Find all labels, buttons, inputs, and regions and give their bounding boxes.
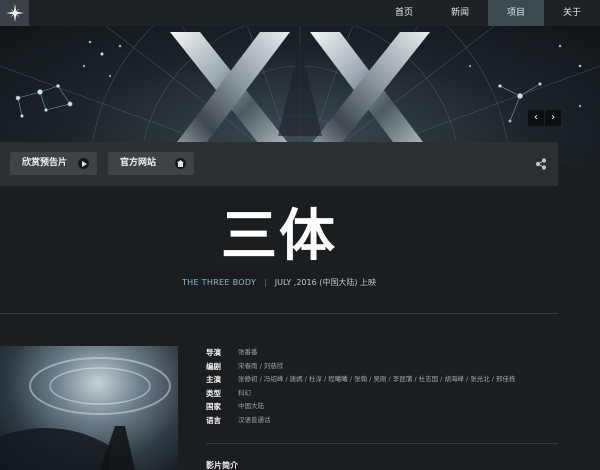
top-nav: 首页 新闻 项目 关于 xyxy=(0,0,600,26)
nav-item-projects[interactable]: 项目 xyxy=(488,0,544,26)
detail-row-genre: 类型 科幻 xyxy=(206,387,556,400)
detail-row-language: 语言 汉语普通话 xyxy=(206,414,556,427)
detail-key: 主演 xyxy=(206,375,221,385)
movie-subtitle: THE THREE BODY | JULY ,2016 (中国大陆) 上映 xyxy=(0,277,558,288)
nav-item-home[interactable]: 首页 xyxy=(376,0,432,26)
subtitle-separator: | xyxy=(264,278,267,287)
nav-item-news[interactable]: 新闻 xyxy=(432,0,488,26)
detail-key: 编剧 xyxy=(206,361,221,371)
detail-row-director: 导演 张番番 xyxy=(206,346,556,359)
official-site-label: 官方网站 xyxy=(120,158,157,168)
site-logo[interactable] xyxy=(0,0,29,26)
home-icon xyxy=(175,158,186,169)
detail-row-country: 国家 中国大陆 xyxy=(206,400,556,413)
movie-poster xyxy=(0,346,178,470)
banner-next-button[interactable]: › xyxy=(545,110,561,126)
watch-trailer-button[interactable]: 欣赏预告片 xyxy=(10,152,97,175)
action-bar: 欣赏预告片 官方网站 xyxy=(0,142,558,186)
movie-title: 三体 xyxy=(221,204,337,269)
share-icon[interactable] xyxy=(534,157,548,171)
detail-key: 类型 xyxy=(206,388,221,398)
detail-row-cast: 主演 张静初 / 冯绍峰 / 唐嫣 / 杜淳 / 程曦曦 / 张翰 / 吴刚 /… xyxy=(206,373,556,386)
detail-row-writer: 编剧 宋春雨 / 刘慈欣 xyxy=(206,360,556,373)
detail-value: 张番番 xyxy=(238,348,258,356)
main-nav: 首页 新闻 项目 关于 xyxy=(376,0,600,26)
synopsis-heading: 影片简介 xyxy=(206,461,238,470)
detail-value: 汉语普通话 xyxy=(238,415,271,424)
banner-prev-button[interactable]: ‹ xyxy=(528,110,544,126)
play-icon xyxy=(78,158,89,169)
star-burst-icon xyxy=(5,4,24,22)
detail-key: 语言 xyxy=(206,415,221,425)
detail-key: 国家 xyxy=(206,402,221,412)
poster-artwork xyxy=(0,357,171,470)
official-site-button[interactable]: 官方网站 xyxy=(108,152,194,175)
detail-value: 中国大陆 xyxy=(238,402,264,411)
section-divider xyxy=(0,313,558,314)
detail-value: 张静初 / 冯绍峰 / 唐嫣 / 杜淳 / 程曦曦 / 张翰 / 吴刚 / 李琵… xyxy=(238,375,516,384)
release-info: JULY ,2016 (中国大陆) 上映 xyxy=(274,278,377,287)
nav-item-about[interactable]: 关于 xyxy=(544,0,600,26)
detail-value: 科幻 xyxy=(238,388,251,397)
detail-value: 宋春雨 / 刘慈欣 xyxy=(238,361,284,370)
watch-trailer-label: 欣赏预告片 xyxy=(22,158,68,168)
detail-key: 导演 xyxy=(206,348,221,357)
english-title: THE THREE BODY xyxy=(181,278,257,287)
movie-details: 导演 张番番 编剧 宋春雨 / 刘慈欣 主演 张静初 / 冯绍峰 / 唐嫣 / … xyxy=(206,346,556,428)
info-divider xyxy=(206,443,558,444)
